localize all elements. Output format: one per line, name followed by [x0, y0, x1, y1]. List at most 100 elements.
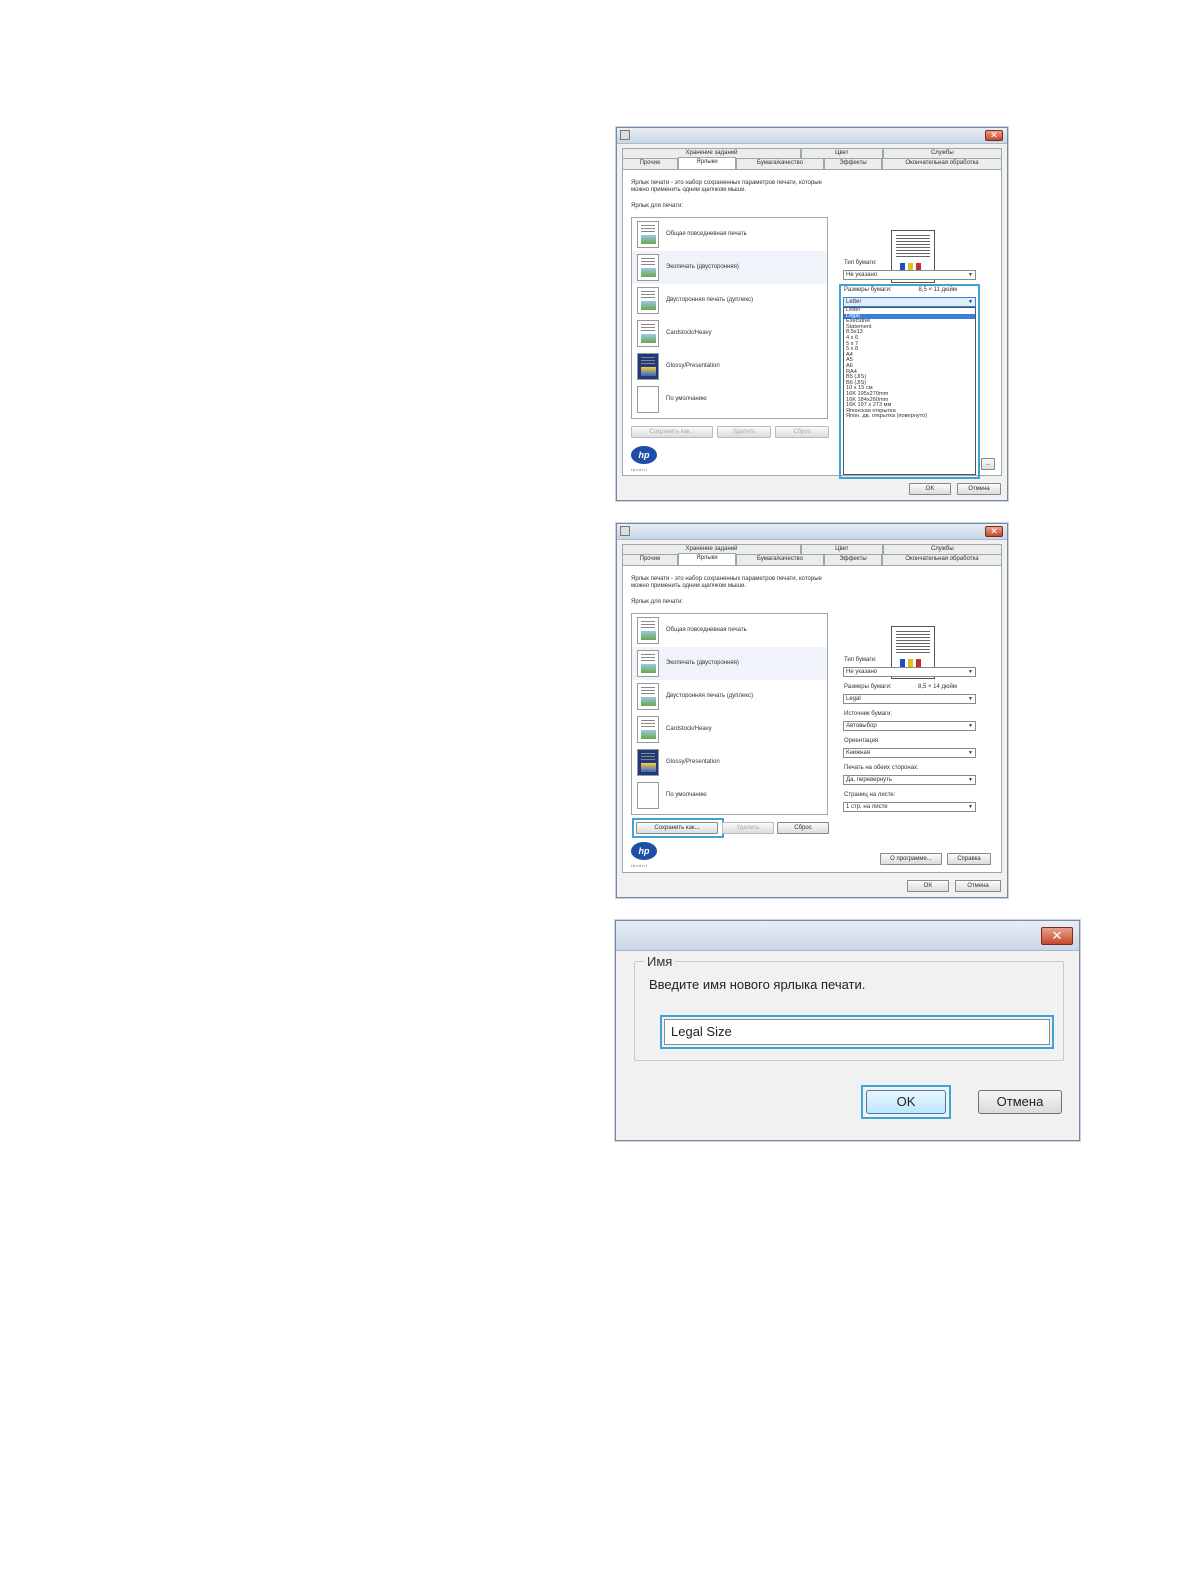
document-preview-icon — [637, 386, 659, 413]
about-button[interactable]: О программе... — [880, 853, 942, 865]
list-item[interactable]: Двусторонняя печать (дуплекс) — [632, 680, 827, 713]
paper-size-value: Legal — [846, 696, 861, 702]
list-item[interactable]: Общая повседневная печать — [632, 218, 827, 251]
help-button-partial[interactable]: ... — [981, 458, 995, 470]
tab-paper-quality[interactable]: Бумага/качество — [736, 554, 824, 565]
dropdown-arrow-icon: ▼ — [968, 750, 973, 756]
list-item[interactable]: Экопечать (двусторонняя) — [632, 251, 827, 284]
printer-icon — [620, 526, 630, 536]
pages-per-sheet-select[interactable]: 1 стр. на листе ▼ — [843, 802, 976, 812]
document-preview-icon — [637, 650, 659, 677]
tab-other[interactable]: Прочие — [622, 158, 678, 169]
tab-other[interactable]: Прочие — [622, 554, 678, 565]
close-icon[interactable]: ✕ — [985, 130, 1003, 141]
save-as-highlight — [632, 818, 724, 838]
paper-type-select[interactable]: Не указано ▼ — [843, 270, 976, 280]
duplex-select[interactable]: Да, перевернуть ▼ — [843, 775, 976, 785]
document-preview-icon — [637, 353, 659, 380]
new-shortcut-name-dialog: ✕ Имя Введите имя нового ярлыка печати. … — [615, 920, 1080, 1141]
shortcuts-list: Общая повседневная печать Экопечать (дву… — [631, 613, 828, 815]
paper-type-label: Тип бумаги: — [844, 657, 877, 663]
list-item[interactable]: По умолчанию — [632, 779, 827, 812]
printer-properties-dialog-1: ✕ Хранение заданий Цвет Службы Прочие Яр… — [616, 127, 1008, 501]
list-item[interactable]: Cardstock/Heavy — [632, 713, 827, 746]
cancel-button[interactable]: Отмена — [957, 483, 1001, 495]
tab-services[interactable]: Службы — [882, 148, 1002, 158]
reset-button[interactable]: Сброс — [775, 426, 829, 438]
document-preview-icon — [637, 320, 659, 347]
tab-paper-quality[interactable]: Бумага/качество — [736, 158, 824, 169]
paper-size-label: Размеры бумаги: — [844, 684, 892, 690]
shortcuts-panel: Ярлык печати - это набор сохраненных пар… — [622, 169, 1002, 479]
printer-icon — [620, 130, 630, 140]
list-item-label: По умолчанию — [666, 792, 707, 798]
list-item-label: Cardstock/Heavy — [666, 330, 712, 336]
list-item-label: Общая повседневная печать — [666, 231, 747, 237]
list-item[interactable]: Общая повседневная печать — [632, 614, 827, 647]
dropdown-arrow-icon: ▼ — [968, 669, 973, 675]
dropdown-arrow-icon: ▼ — [968, 696, 973, 702]
delete-button[interactable]: Удалить — [717, 426, 771, 438]
list-item-label: Двусторонняя печать (дуплекс) — [666, 297, 754, 303]
name-prompt: Введите имя нового ярлыка печати. — [649, 977, 866, 992]
list-item-label: Двусторонняя печать (дуплекс) — [666, 693, 754, 699]
tab-finishing[interactable]: Окончательная обработка — [882, 158, 1002, 169]
document-preview-icon — [637, 617, 659, 644]
hp-invent-text: invent — [631, 863, 648, 868]
name-input-highlight — [660, 1015, 1054, 1049]
list-item-label: Glossy/Presentation — [666, 363, 720, 369]
save-as-button[interactable]: Сохранить как... — [631, 426, 713, 438]
list-item[interactable]: Экопечать (двусторонняя) — [632, 647, 827, 680]
paper-source-label: Источник бумаги: — [844, 711, 893, 717]
list-item-label: Общая повседневная печать — [666, 627, 747, 633]
paper-type-value: Не указано — [846, 272, 878, 278]
hp-logo-icon: hp — [631, 842, 657, 860]
tab-services[interactable]: Службы — [882, 544, 1002, 554]
ok-button[interactable]: OK — [909, 483, 951, 495]
delete-button[interactable]: Удалить — [722, 822, 774, 834]
ok-button[interactable]: OK — [907, 880, 949, 892]
close-icon[interactable]: ✕ — [985, 526, 1003, 537]
duplex-value: Да, перевернуть — [846, 777, 892, 783]
tab-color[interactable]: Цвет — [801, 544, 883, 554]
ok-button-highlight — [861, 1085, 951, 1119]
list-item[interactable]: По умолчанию — [632, 383, 827, 416]
title-bar[interactable]: ✕ — [617, 128, 1007, 144]
intro-text-line1: Ярлык печати - это набор сохраненных пар… — [631, 180, 822, 186]
tab-color[interactable]: Цвет — [801, 148, 883, 158]
list-item[interactable]: Glossy/Presentation — [632, 746, 827, 779]
tab-row-front: Прочие Ярлыки Бумага/качество Эффекты Ок… — [622, 157, 1002, 169]
paper-source-select[interactable]: Автовыбор ▼ — [843, 721, 976, 731]
intro-text-line2: можно применить одним щелчком мыши. — [631, 187, 747, 193]
cancel-button[interactable]: Отмена — [978, 1090, 1062, 1114]
paper-type-label: Тип бумаги: — [844, 260, 877, 266]
orientation-select[interactable]: Книжная ▼ — [843, 748, 976, 758]
list-item[interactable]: Cardstock/Heavy — [632, 317, 827, 350]
list-item-label: Экопечать (двусторонняя) — [666, 660, 739, 666]
hp-invent-text: invent — [631, 467, 648, 472]
close-icon[interactable]: ✕ — [1041, 927, 1073, 945]
document-preview-icon — [637, 287, 659, 314]
title-bar[interactable]: ✕ — [617, 524, 1007, 540]
tab-shortcuts[interactable]: Ярлыки — [678, 157, 736, 169]
tab-finishing[interactable]: Окончательная обработка — [882, 554, 1002, 565]
dropdown-arrow-icon: ▼ — [968, 723, 973, 729]
tab-effects[interactable]: Эффекты — [824, 158, 882, 169]
help-button[interactable]: Справка — [947, 853, 991, 865]
orientation-value: Книжная — [846, 750, 871, 756]
shortcuts-panel: Ярлык печати - это набор сохраненных пар… — [622, 565, 1002, 873]
tab-effects[interactable]: Эффекты — [824, 554, 882, 565]
list-item-label: Экопечать (двусторонняя) — [666, 264, 739, 270]
intro-text-line1: Ярлык печати - это набор сохраненных пар… — [631, 576, 822, 582]
document-preview-icon — [637, 683, 659, 710]
paper-size-select[interactable]: Legal ▼ — [843, 694, 976, 704]
cancel-button[interactable]: Отмена — [955, 880, 1001, 892]
paper-source-value: Автовыбор — [846, 723, 877, 729]
list-item[interactable]: Двусторонняя печать (дуплекс) — [632, 284, 827, 317]
title-bar[interactable]: ✕ — [616, 921, 1079, 951]
paper-type-select[interactable]: Не указано ▼ — [843, 667, 976, 677]
reset-button[interactable]: Сброс — [777, 822, 829, 834]
tab-shortcuts[interactable]: Ярлыки — [678, 553, 736, 565]
dropdown-arrow-icon: ▼ — [968, 272, 973, 278]
list-item[interactable]: Glossy/Presentation — [632, 350, 827, 383]
